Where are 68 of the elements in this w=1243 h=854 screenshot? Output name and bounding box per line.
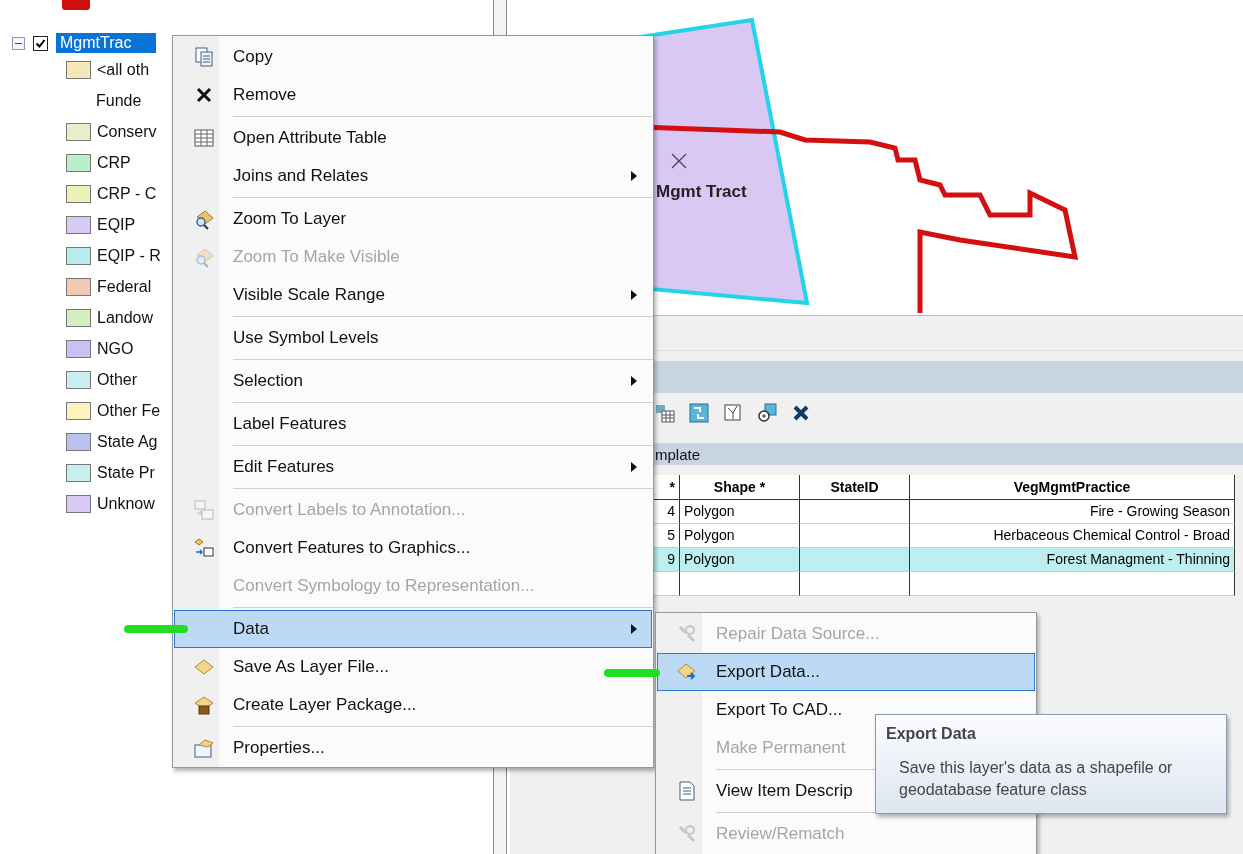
tooltip-title: Export Data <box>886 725 977 743</box>
legend-label: Other <box>97 370 137 389</box>
convert-icon <box>193 537 215 559</box>
legend-label: <all oth <box>97 60 150 79</box>
clear-selection-icon[interactable] <box>722 402 744 424</box>
menu-item[interactable]: Save As Layer File... <box>174 648 652 686</box>
menu-item[interactable]: Open Attribute Table <box>174 119 652 157</box>
magnifier-icon <box>193 208 215 230</box>
legend-label: Unknow <box>97 494 155 513</box>
table-icon <box>193 127 215 149</box>
menu-item[interactable]: Create Layer Package... <box>174 686 652 724</box>
map-symbol <box>62 0 90 10</box>
menu-item[interactable]: Edit Features <box>174 448 652 486</box>
table-cell: Polygon <box>680 500 800 524</box>
legend-label: Federal <box>97 277 152 296</box>
submenu-arrow-icon <box>631 624 637 634</box>
submenu-arrow-icon <box>631 376 637 386</box>
legend-label: CRP - C <box>97 184 157 203</box>
legend-heading: Funde <box>96 91 142 110</box>
menu-item[interactable]: Properties... <box>174 729 652 767</box>
package-icon <box>193 694 215 716</box>
table-cell: Polygon <box>680 548 800 572</box>
feature-label: Mgmt Tract <box>656 182 747 202</box>
legend-label: NGO <box>97 339 134 358</box>
table-icon[interactable] <box>654 402 676 424</box>
menu-item[interactable]: Zoom To Layer <box>174 200 652 238</box>
legend-label: Landow <box>97 308 154 327</box>
properties-icon <box>193 737 215 759</box>
menu-item[interactable]: Export Data... <box>657 653 1035 691</box>
legend-label: EQIP <box>97 215 136 234</box>
submenu-arrow-icon <box>631 290 637 300</box>
marker-stroke <box>604 666 660 680</box>
legend-label: State Ag <box>97 432 158 451</box>
document-icon <box>676 780 698 802</box>
menu-item[interactable]: Selection <box>174 362 652 400</box>
submenu-arrow-icon <box>631 171 637 181</box>
layer-checkbox[interactable] <box>33 35 48 51</box>
tooltip-text: Save this layer's data as a shapefile or geodatabase feature class <box>898 758 1174 800</box>
copy-icon <box>193 46 215 68</box>
legend-label: Other Fe <box>97 401 161 420</box>
legend-label: Conserv <box>97 122 157 141</box>
convert-icon <box>193 499 215 521</box>
column-header[interactable]: VegMgmtPractice <box>910 475 1235 500</box>
legend-label: CRP <box>97 153 131 172</box>
layer-name[interactable]: MgmtTrac <box>56 33 156 53</box>
legend-label: EQIP - R <box>97 246 161 265</box>
table-cell: Forest Managment - Thinning <box>910 548 1235 572</box>
menu-item[interactable]: Data <box>174 610 652 648</box>
column-header[interactable]: Shape * <box>680 475 800 500</box>
menu-item[interactable]: Visible Scale Range <box>174 276 652 314</box>
menu-item[interactable]: Label Features <box>174 405 652 443</box>
zoom-icon[interactable] <box>756 402 778 424</box>
menu-item[interactable]: Remove <box>174 76 652 114</box>
table-cell: Fire - Growing Season <box>910 500 1235 524</box>
wrench-icon <box>676 623 698 645</box>
legend-label: State Pr <box>97 463 155 482</box>
marker-stroke <box>124 622 188 636</box>
magnifier-icon <box>193 246 215 268</box>
template-label: mplate <box>655 445 701 463</box>
collapse-toggle[interactable] <box>12 36 25 50</box>
menu-item[interactable]: Use Symbol Levels <box>174 319 652 357</box>
menu-item[interactable]: Joins and Relates <box>174 157 652 195</box>
wrench-icon <box>676 823 698 845</box>
column-header[interactable]: StateID <box>800 475 910 500</box>
menu-item[interactable]: Copy <box>174 38 652 76</box>
switch-icon[interactable] <box>688 402 710 424</box>
point-marker-icon <box>671 153 687 169</box>
submenu-arrow-icon <box>631 462 637 472</box>
